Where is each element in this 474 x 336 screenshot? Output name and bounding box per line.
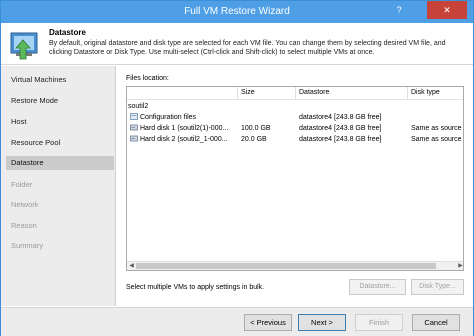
vm-group-row[interactable]: soutil2: [127, 101, 463, 112]
datastore-button[interactable]: Datastore...: [349, 279, 406, 295]
content-panel: Files location: Size Datastore Disk type…: [117, 66, 473, 306]
grid-header: Size Datastore Disk type: [127, 87, 463, 100]
file-size: 100.0 GB: [241, 125, 271, 132]
column-size-header[interactable]: Size: [241, 89, 255, 96]
step-summary: Summary: [11, 241, 44, 250]
hard-disk-icon: [130, 124, 138, 131]
step-restore-mode[interactable]: Restore Mode: [6, 94, 114, 108]
vm-group-name: soutil2: [128, 103, 149, 110]
file-name: Hard disk 1 (soutil2(1)-000...: [140, 125, 229, 132]
file-row[interactable]: Configuration files datastore4 [243.8 GB…: [127, 112, 463, 123]
close-button[interactable]: ✕: [427, 1, 467, 19]
step-virtual-machines[interactable]: Virtual Machines: [6, 73, 114, 87]
file-disk-type: Same as source: [411, 136, 462, 143]
file-name: Hard disk 2 (soutil2_1-000...: [140, 136, 228, 143]
file-datastore: datastore4 [243.8 GB free]: [299, 136, 382, 143]
file-row[interactable]: Hard disk 2 (soutil2_1-000... 20.0 GB da…: [127, 134, 463, 145]
title-bar[interactable]: Full VM Restore Wizard ? ✕: [1, 1, 473, 23]
finish-button[interactable]: Finish: [355, 314, 403, 331]
step-reason: Reason: [11, 221, 37, 230]
file-datastore: datastore4 [243.8 GB free]: [299, 125, 382, 132]
next-button[interactable]: Next >: [298, 314, 346, 331]
scrollbar-thumb[interactable]: [136, 263, 436, 269]
wizard-header: Datastore By default, original datastore…: [1, 23, 473, 65]
scroll-left-icon[interactable]: ◀: [127, 262, 136, 270]
wizard-window: Full VM Restore Wizard ? ✕ Datastore By …: [0, 0, 474, 336]
previous-button[interactable]: < Previous: [244, 314, 292, 331]
help-button[interactable]: ?: [387, 1, 411, 19]
bulk-hint: Select multiple VMs to apply settings in…: [126, 284, 265, 291]
step-host[interactable]: Host: [6, 115, 114, 129]
file-row[interactable]: Hard disk 1 (soutil2(1)-000... 100.0 GB …: [127, 123, 463, 134]
step-resource-pool[interactable]: Resource Pool: [6, 136, 114, 150]
files-location-label: Files location:: [126, 75, 169, 82]
horizontal-scrollbar[interactable]: ◀ ▶: [127, 261, 463, 270]
scroll-right-icon[interactable]: ▶: [456, 262, 463, 270]
config-files-icon: [130, 113, 138, 120]
disk-type-button[interactable]: Disk Type...: [411, 279, 464, 295]
step-folder: Folder: [11, 180, 33, 189]
file-disk-type: Same as source: [411, 125, 462, 132]
hard-disk-icon: [130, 135, 138, 142]
files-grid[interactable]: Size Datastore Disk type soutil2 Configu…: [126, 86, 464, 271]
file-size: 20.0 GB: [241, 136, 267, 143]
file-datastore: datastore4 [243.8 GB free]: [299, 114, 382, 121]
cancel-button[interactable]: Cancel: [412, 314, 460, 331]
column-datastore-header[interactable]: Datastore: [299, 89, 329, 96]
wizard-footer: < Previous Next > Finish Cancel: [1, 307, 473, 336]
datastore-restore-icon: [10, 32, 38, 60]
file-name: Configuration files: [140, 114, 197, 121]
column-disk-type-header[interactable]: Disk type: [411, 89, 440, 96]
step-datastore[interactable]: Datastore: [6, 156, 114, 170]
step-network: Network: [11, 200, 39, 209]
page-title: Datastore: [49, 28, 86, 37]
page-description: By default, original datastore and disk …: [49, 40, 446, 56]
wizard-steps: Virtual Machines Restore Mode Host Resou…: [1, 66, 116, 306]
